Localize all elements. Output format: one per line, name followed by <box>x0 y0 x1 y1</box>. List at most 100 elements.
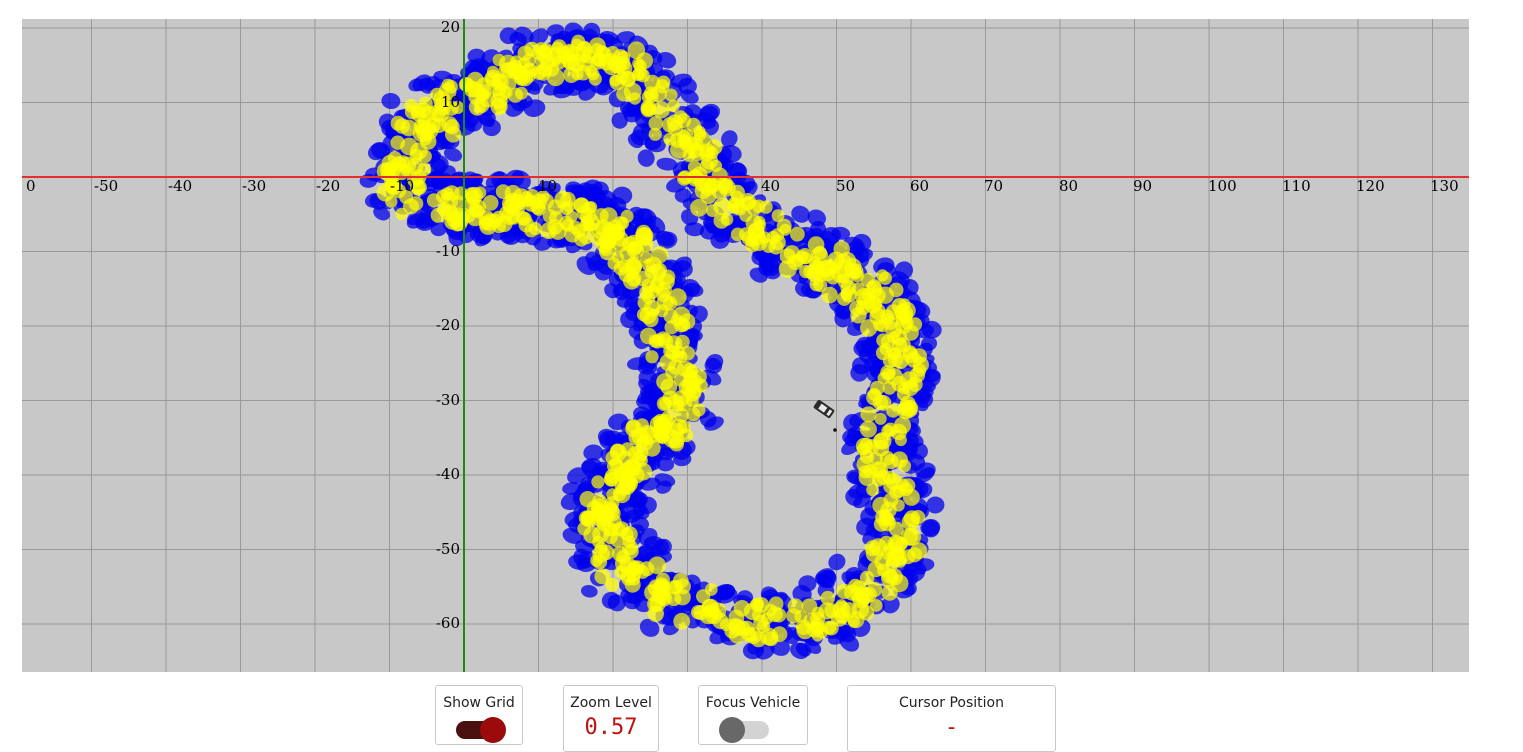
particle-inner <box>856 442 870 456</box>
x-tick-label: 90 <box>1133 177 1152 195</box>
particle-inner <box>630 560 645 575</box>
particle-inner <box>840 280 857 296</box>
particle-inner <box>638 237 654 253</box>
particle-inner <box>891 375 908 392</box>
particle-inner <box>704 583 718 596</box>
focus-vehicle-toggle-knob[interactable] <box>719 717 745 743</box>
x-tick-label: 110 <box>1282 177 1311 195</box>
particle-inner <box>639 285 654 300</box>
particle-inner <box>464 187 479 202</box>
y-tick-label: -60 <box>436 614 460 632</box>
particle-inner <box>540 55 557 72</box>
zoom-level-label: Zoom Level <box>570 695 652 711</box>
show-grid-toggle-knob[interactable] <box>480 717 506 743</box>
y-tick-label: 10 <box>441 93 460 111</box>
zoom-level-value: 0.57 <box>584 715 638 740</box>
particle-inner <box>902 347 919 364</box>
x-tick-label: 80 <box>1059 177 1078 195</box>
y-tick-label: -10 <box>436 242 460 260</box>
particle-inner <box>640 251 653 264</box>
particle-inner <box>610 443 625 458</box>
particle-inner <box>441 78 455 92</box>
particle-outer <box>583 444 604 461</box>
particle-inner <box>660 410 677 426</box>
particle-inner <box>885 557 899 571</box>
particle-inner <box>882 470 897 485</box>
x-tick-label: -10 <box>390 177 414 195</box>
particle-inner <box>813 245 827 260</box>
car-icon[interactable] <box>813 399 835 419</box>
particle-inner <box>515 86 528 100</box>
particle-inner <box>466 71 484 89</box>
particle-inner <box>860 406 877 423</box>
particle-inner <box>592 545 610 563</box>
particle-inner <box>691 605 706 620</box>
y-tick-label: -50 <box>436 540 460 558</box>
particle-inner <box>592 535 605 549</box>
particle-inner <box>444 119 460 135</box>
particle-inner <box>786 608 802 624</box>
x-tick-label: -20 <box>316 177 340 195</box>
particle-inner <box>894 434 907 447</box>
map-viewport[interactable]: 0 -50 -40 -30 -20 -10 10 40 50 60 70 80 90 100 110 120 1… <box>22 19 1469 672</box>
particle-inner <box>670 140 689 159</box>
particle-inner <box>616 216 630 230</box>
x-tick-label: 10 <box>538 177 557 195</box>
x-tick-label: 120 <box>1356 177 1385 195</box>
x-tick-label: -40 <box>168 177 192 195</box>
particle-inner <box>588 72 602 86</box>
particle-inner <box>753 215 766 229</box>
particle-inner <box>821 286 838 304</box>
particle-inner <box>666 114 684 131</box>
particle-inner <box>650 85 667 103</box>
map-canvas[interactable]: 0 -50 -40 -30 -20 -10 10 40 50 60 70 80 90 100 110 120 1… <box>22 19 1469 672</box>
particle-inner <box>598 54 616 71</box>
particle-inner <box>690 198 708 217</box>
particle-inner <box>907 317 923 332</box>
particle-inner <box>875 345 891 361</box>
particle-inner <box>663 296 678 311</box>
x-tick-label: 50 <box>836 177 855 195</box>
cursor-position-panel: Cursor Position - <box>847 685 1056 752</box>
particle-inner <box>881 569 899 587</box>
particle-inner <box>865 545 884 563</box>
particle-inner <box>739 620 755 636</box>
particle-inner <box>546 68 565 87</box>
particle-inner <box>408 196 424 211</box>
particle-inner <box>430 207 446 223</box>
particle-inner <box>875 395 892 411</box>
particle-inner <box>685 365 699 379</box>
particle-outer <box>381 92 401 110</box>
show-grid-panel: Show Grid <box>435 685 523 745</box>
particle-inner <box>898 459 912 473</box>
x-tick-label: 100 <box>1208 177 1237 195</box>
particle-inner <box>859 420 877 438</box>
particle-inner <box>426 193 441 208</box>
particle-inner <box>693 128 707 141</box>
particle-inner <box>692 403 706 417</box>
particle-inner <box>855 586 870 601</box>
grid-lines <box>22 19 1469 672</box>
show-grid-toggle[interactable] <box>454 717 506 743</box>
particle-inner <box>644 584 662 602</box>
particle-inner <box>588 37 606 55</box>
particle-inner <box>603 529 618 545</box>
particle-inner <box>876 319 889 333</box>
cursor-position-value: - <box>944 715 959 740</box>
particle-inner <box>888 521 904 537</box>
particle-inner <box>809 618 825 633</box>
particle-inner <box>779 223 792 236</box>
particle-inner <box>759 200 773 214</box>
particle-inner <box>847 611 865 629</box>
particle-outer <box>580 585 598 598</box>
vehicle-target-dot <box>833 428 837 432</box>
particle-inner <box>880 364 896 381</box>
particle-inner <box>770 234 786 251</box>
focus-vehicle-toggle[interactable] <box>719 717 771 743</box>
particle-inner <box>604 236 617 249</box>
particle-inner <box>518 216 535 233</box>
particle-inner <box>899 399 913 413</box>
particle-inner <box>866 483 879 497</box>
particle-inner <box>413 119 428 134</box>
particle-inner <box>719 618 733 632</box>
